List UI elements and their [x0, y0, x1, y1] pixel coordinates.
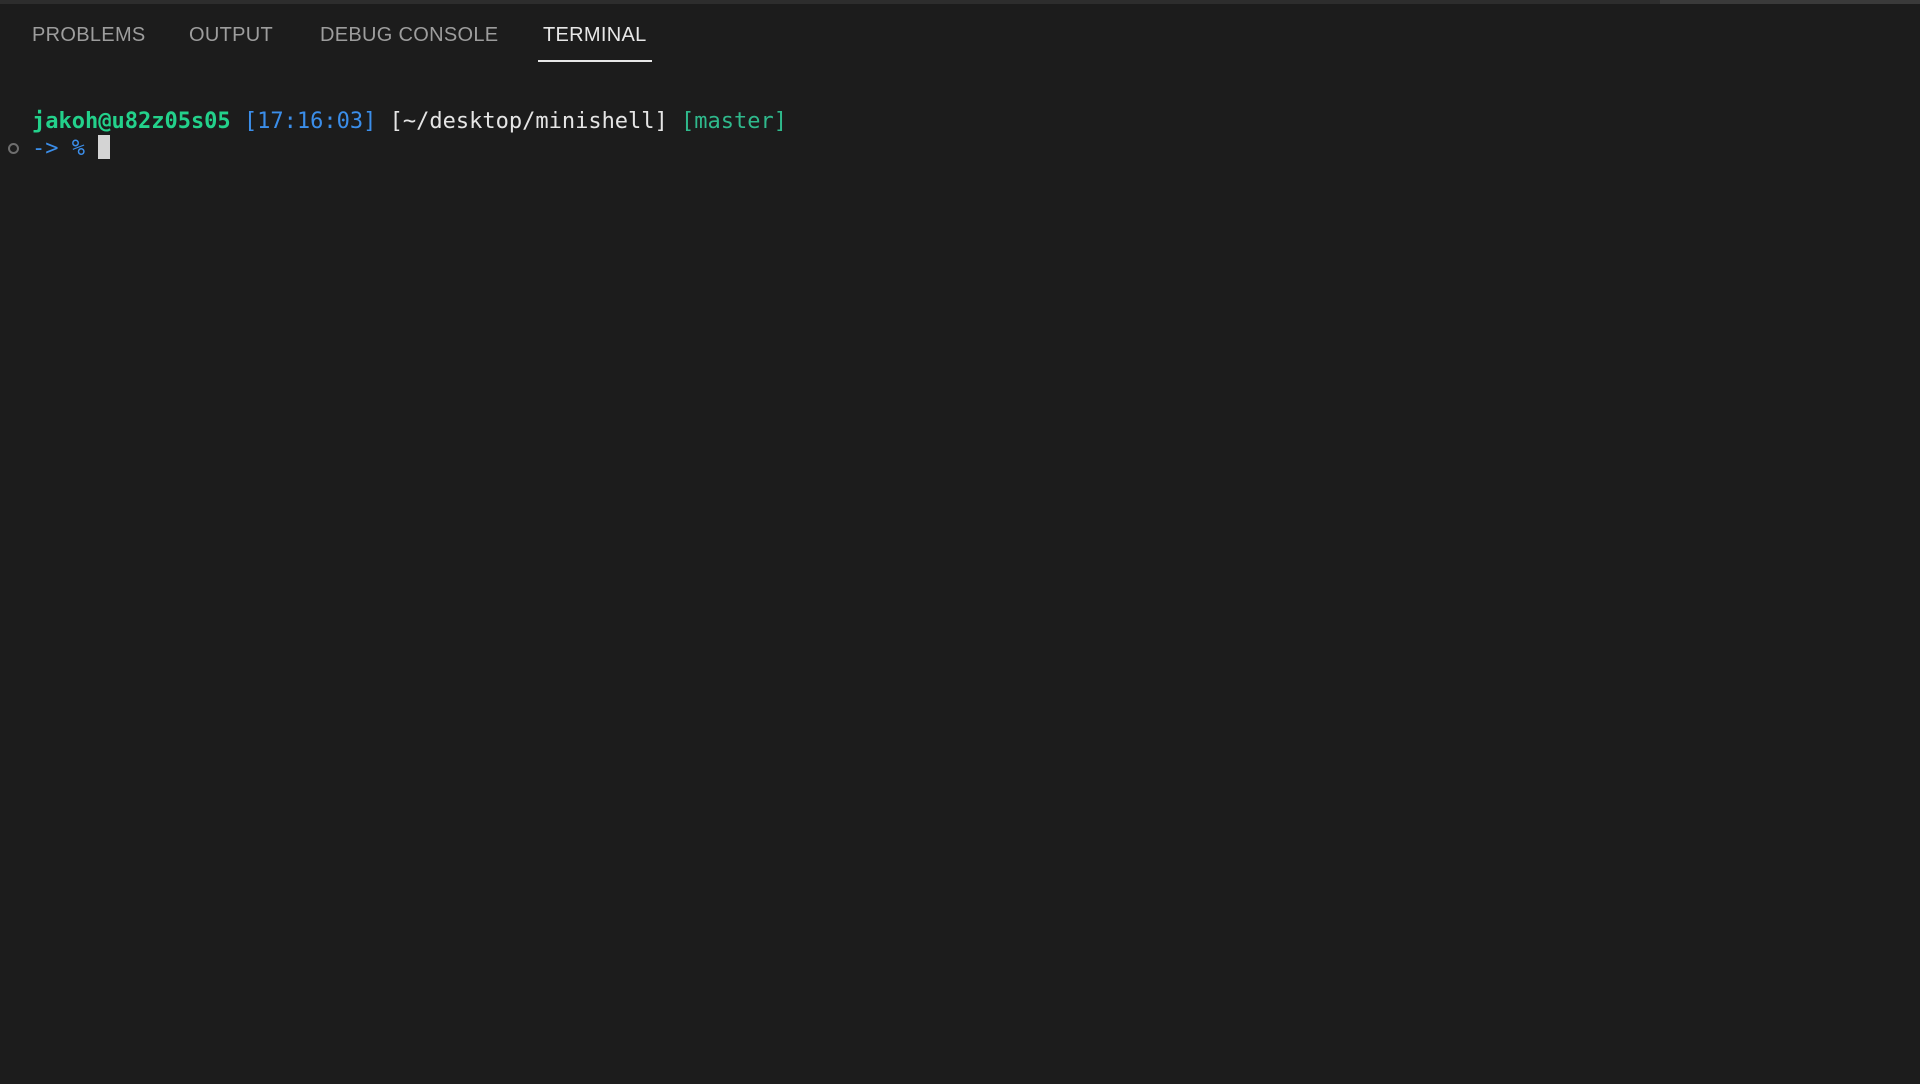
input-line[interactable]: -> %: [32, 135, 111, 162]
prompt-time: [17:16:03]: [243, 109, 377, 134]
active-tab-indicator: [538, 60, 652, 62]
tab-terminal-label: TERMINAL: [543, 24, 647, 46]
prompt-git-branch: [master]: [681, 109, 788, 134]
command-decoration-circle-icon[interactable]: [8, 143, 19, 154]
terminal-output[interactable]: jakoh@u82z05s05 [17:16:03] [~/desktop/mi…: [0, 100, 1920, 1084]
panel-tab-bar: PROBLEMS OUTPUT DEBUG CONSOLE TERMINAL: [0, 4, 1920, 62]
tab-problems[interactable]: PROBLEMS: [32, 24, 146, 62]
tab-problems-label: PROBLEMS: [32, 24, 146, 46]
prompt-path: [~/desktop/minishell]: [389, 109, 668, 134]
prompt-symbol: %: [71, 136, 85, 161]
tab-output-label: OUTPUT: [189, 24, 274, 46]
tab-debug-console[interactable]: DEBUG CONSOLE: [320, 24, 498, 62]
prompt-line: jakoh@u82z05s05 [17:16:03] [~/desktop/mi…: [32, 108, 787, 135]
terminal-panel: PROBLEMS OUTPUT DEBUG CONSOLE TERMINAL j…: [0, 0, 1920, 1080]
prompt-user-host: jakoh@u82z05s05: [32, 109, 231, 134]
tab-debug-console-label: DEBUG CONSOLE: [320, 24, 499, 46]
tab-terminal[interactable]: TERMINAL: [538, 24, 652, 62]
tab-output[interactable]: OUTPUT: [189, 24, 273, 62]
prompt-arrow: ->: [32, 136, 59, 161]
terminal-cursor: [98, 135, 111, 159]
